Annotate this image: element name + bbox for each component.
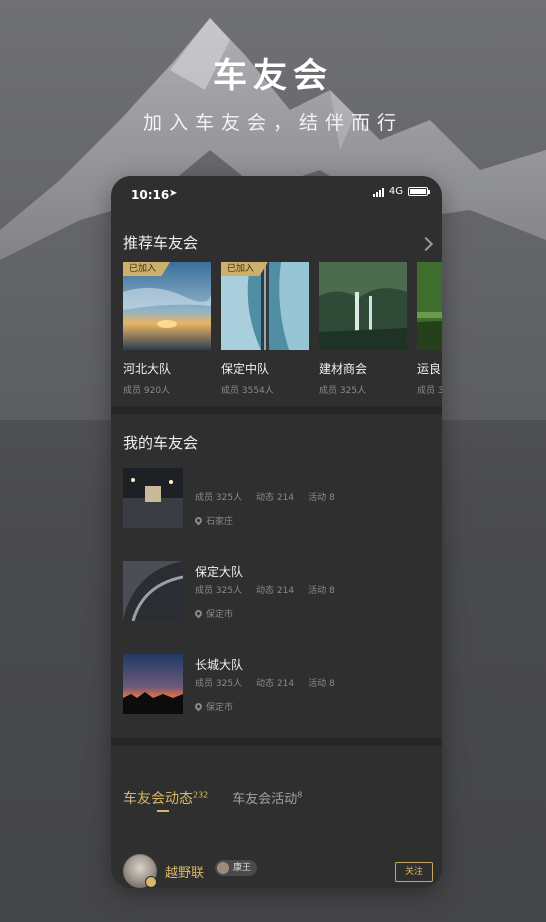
club-location: 保定市 (193, 607, 234, 620)
club-cover-sunset: 已加入 (123, 262, 211, 350)
tab-label: 车友会动态 (123, 791, 193, 807)
my-club-item[interactable]: 长城大队 成员 325人 动态 214 活动 8 保定市 (123, 654, 433, 718)
club-location: 石家庄 (193, 514, 234, 527)
badge-label: 康王 (233, 863, 252, 873)
status-bar: 10:16 ➤ 4G (111, 176, 442, 212)
recommended-card[interactable]: 已加入 河北大队 成员 920人 (123, 262, 211, 396)
active-tab-indicator (157, 810, 169, 812)
verified-badge-icon (145, 876, 157, 888)
network-label: 4G (388, 186, 403, 197)
club-city: 保定市 (206, 703, 234, 713)
club-cover-road: 已加入 (221, 262, 309, 350)
club-members: 成员 325人 (195, 679, 243, 689)
recommended-card[interactable]: 建材商会 成员 325人 (319, 262, 407, 396)
recommended-card-name: 建材商会 (319, 362, 368, 376)
club-name: 长城大队 (195, 658, 244, 672)
feed-tabs: 车友会动态232 车友会活动8 (123, 788, 302, 812)
club-members: 成员 325人 (195, 493, 243, 503)
club-stats: 成员 325人 动态 214 活动 8 (195, 583, 335, 596)
location-pin-icon (193, 701, 204, 712)
club-stats: 成员 325人 动态 214 活动 8 (195, 676, 335, 689)
user-level-badge: 康王 (215, 860, 258, 876)
club-events: 活动 8 (308, 493, 335, 503)
battery-icon (408, 187, 430, 196)
club-thumbnail (123, 468, 183, 528)
recommended-card[interactable]: 已加入 保定中队 成员 3554人 (221, 262, 309, 396)
recommended-card-meta: 成员 3 (417, 386, 442, 396)
section-divider (111, 406, 442, 414)
badge-avatar-icon (217, 862, 229, 874)
club-thumbnail (123, 654, 183, 714)
follow-button[interactable]: 关注 (395, 862, 433, 882)
recommended-card-meta: 成员 920人 (123, 386, 171, 396)
post-author[interactable]: 越野联 (165, 862, 204, 881)
section-divider (111, 738, 442, 746)
recommended-card-name: 保定中队 (221, 362, 270, 376)
club-name: 保定大队 (195, 565, 244, 579)
club-stats: 成员 325人 动态 214 活动 8 (195, 490, 335, 503)
hero-title: 车友会 (213, 56, 333, 96)
club-posts: 动态 214 (256, 493, 295, 503)
location-pin-icon (193, 515, 204, 526)
tab-count: 8 (297, 790, 303, 800)
club-cover-waterfall (319, 262, 407, 350)
club-location: 保定市 (193, 700, 234, 713)
my-club-item[interactable]: 保定大队 成员 325人 动态 214 活动 8 保定市 (123, 561, 433, 625)
recommended-heading: 推荐车友会 (123, 234, 199, 252)
tab-count: 232 (193, 790, 209, 800)
tab-label: 车友会活动 (232, 792, 298, 807)
feed-post-header: 越野联 康王 关注 (123, 854, 433, 888)
my-clubs-heading: 我的车友会 (123, 434, 199, 452)
club-posts: 动态 214 (256, 679, 295, 689)
location-pin-icon (193, 608, 204, 619)
my-club-item[interactable]: 成员 325人 动态 214 活动 8 石家庄 (123, 468, 433, 532)
hero-subtitle: 加入车友会，结伴而行 (142, 112, 403, 134)
recommended-card-name: 河北大队 (123, 362, 172, 376)
recommended-card-meta: 成员 325人 (319, 386, 367, 396)
club-posts: 动态 214 (256, 586, 295, 596)
status-time: 10:16 (131, 188, 170, 202)
tab-club-feed[interactable]: 车友会动态232 (123, 788, 208, 808)
recommended-card[interactable]: 运良 成员 3 (417, 262, 442, 396)
location-arrow-icon: ➤ (169, 188, 178, 199)
club-thumbnail (123, 561, 183, 621)
club-members: 成员 325人 (195, 586, 243, 596)
club-city: 石家庄 (206, 517, 234, 527)
signal-icon (372, 187, 384, 197)
tab-club-events[interactable]: 车友会活动8 (232, 788, 302, 807)
recommended-card-meta: 成员 3554人 (221, 386, 274, 396)
club-cover-forest (417, 262, 442, 350)
chevron-right-icon[interactable] (418, 236, 434, 252)
recommended-carousel[interactable]: 已加入 河北大队 成员 920人 已加入 保定中队 成员 3554人 建材商会 … (123, 262, 442, 402)
phone-screen: 10:16 ➤ 4G 推荐车友会 已加入 河北大队 成员 920人 已加入 保定… (111, 176, 442, 888)
club-city: 保定市 (206, 610, 234, 620)
recommended-card-name: 运良 (417, 362, 442, 376)
club-events: 活动 8 (308, 586, 335, 596)
club-events: 活动 8 (308, 679, 335, 689)
